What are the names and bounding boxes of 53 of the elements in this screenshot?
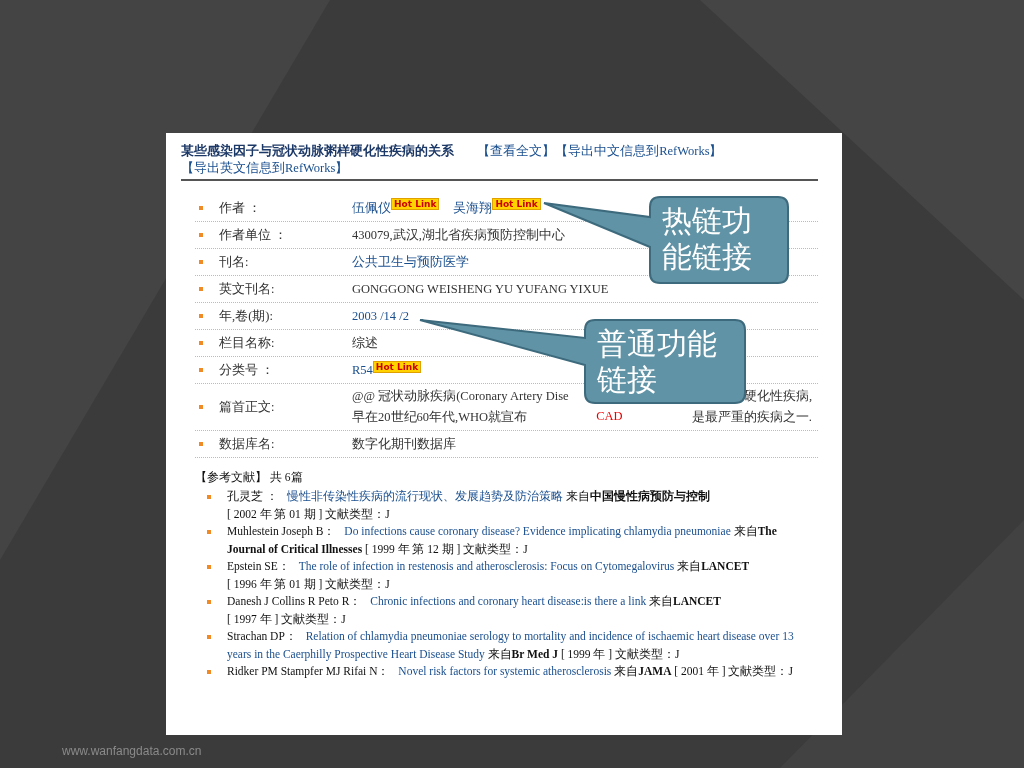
hot-link-badge[interactable]: Hot Link	[391, 197, 440, 210]
field-label: 作者单位 ：	[219, 226, 289, 244]
field-link[interactable]: R54	[352, 362, 373, 378]
bullet-icon	[199, 442, 203, 446]
reference-entry: Epstein SE： The role of infection in restenosis and atherosclerosis: Focus on Cytomegalovirus 来自LANCET [ 1996 年 第 01 期 ] 文献类型：J	[227, 559, 751, 592]
bullet-icon	[207, 530, 211, 534]
field-value: 430079,武汉,湖北省疾病预防控制中心	[352, 226, 565, 244]
abstract-text: 硬化性疾病,	[743, 388, 812, 405]
bullet-icon	[199, 260, 203, 264]
bullet-icon	[199, 341, 203, 345]
field-label: 年,卷(期):	[219, 307, 274, 325]
bullet-icon	[207, 565, 211, 569]
field-label: 英文刊名:	[219, 280, 276, 298]
references-heading: 【参考文献】 共 6篇	[195, 470, 304, 485]
field-value: GONGGONG WEISHENG YU YUFANG YIXUE	[352, 281, 609, 297]
hot-link-badge[interactable]: Hot Link	[492, 197, 541, 210]
reference-entry: Ridker PM Stampfer MJ Rifai N： Novel risk factors for systemic atherosclerosis 来自JAMA [ 2001 年 ] 文献类型：J	[227, 664, 794, 680]
reference-entry: Muhlestein Joseph B： Do infections cause coronary disease? Evidence implicating chlamydia pneumoniae 来自The Journal of Critical Illnesses [ 1999 年 第 12 期 ] 文献类型：J	[227, 524, 778, 557]
field-label: 篇首正文:	[219, 398, 276, 416]
field-link[interactable]: 公共卫生与预防医学	[352, 253, 469, 271]
article-title: 某些感染因子与冠状动脉粥样硬化性疾病的关系	[181, 144, 454, 158]
bullet-icon	[207, 670, 211, 674]
field-label: 数据库名:	[219, 435, 276, 453]
field-link[interactable]: 2003 /14 /2	[352, 308, 409, 324]
action-link[interactable]: 【导出中文信息到RefWorks】	[555, 144, 723, 158]
field-label: 栏目名称:	[219, 334, 276, 352]
action-link[interactable]: 【查看全文】	[477, 144, 556, 158]
bullet-icon	[199, 405, 203, 409]
abstract-text: 早在20世纪60年代,WHO就宣布 CAD 是最严重的疾病之一.	[352, 409, 812, 426]
field-value: 数字化期刊数据库	[352, 435, 456, 453]
field-value: 综述	[352, 334, 378, 352]
bullet-icon	[207, 495, 211, 499]
bullet-icon	[199, 287, 203, 291]
reference-entry: 孔灵芝 ： 慢性非传染性疾病的流行现状、发展趋势及防治策略 来自中国慢性病预防与控制 [ 2002 年 第 01 期 ] 文献类型：J	[227, 489, 711, 522]
footer-url: www.wanfangdata.com.cn	[62, 744, 202, 758]
field-label: 刊名:	[219, 253, 250, 271]
field-label: 作者 ：	[219, 199, 263, 217]
action-link[interactable]: 【导出英文信息到RefWorks】	[181, 161, 349, 175]
bullet-icon	[207, 600, 211, 604]
bullet-icon	[207, 635, 211, 639]
callout-text: 热链功能链接	[662, 203, 753, 275]
bullet-icon	[199, 206, 203, 210]
bullet-icon	[199, 314, 203, 318]
reference-entry: Strachan DP： Relation of chlamydia pneumoniae serology to mortality and incidence of ischaemic heart disease over 13 years in the Caerphilly Prospective Heart Disease Study 来自Br Med J [ 1999 年 ] 文献类型：J	[227, 629, 795, 663]
field-link[interactable]: 吴海翔	[453, 199, 493, 217]
hot-link-badge[interactable]: Hot Link	[372, 360, 422, 373]
reference-entry: Danesh J Collins R Peto R： Chronic infections and coronary heart disease:is there a link 来自LANCET [ 1997 年 ] 文献类型：J	[227, 594, 722, 627]
bullet-icon	[199, 368, 203, 372]
field-label: 分类号 ：	[219, 361, 276, 379]
abstract-text: @@ 冠状动脉疾病(Coronary Artery Dise	[352, 388, 569, 405]
field-link[interactable]: 伍佩仪	[352, 199, 391, 217]
bullet-icon	[199, 233, 203, 237]
callout-text: 普通功能链接	[597, 326, 718, 398]
